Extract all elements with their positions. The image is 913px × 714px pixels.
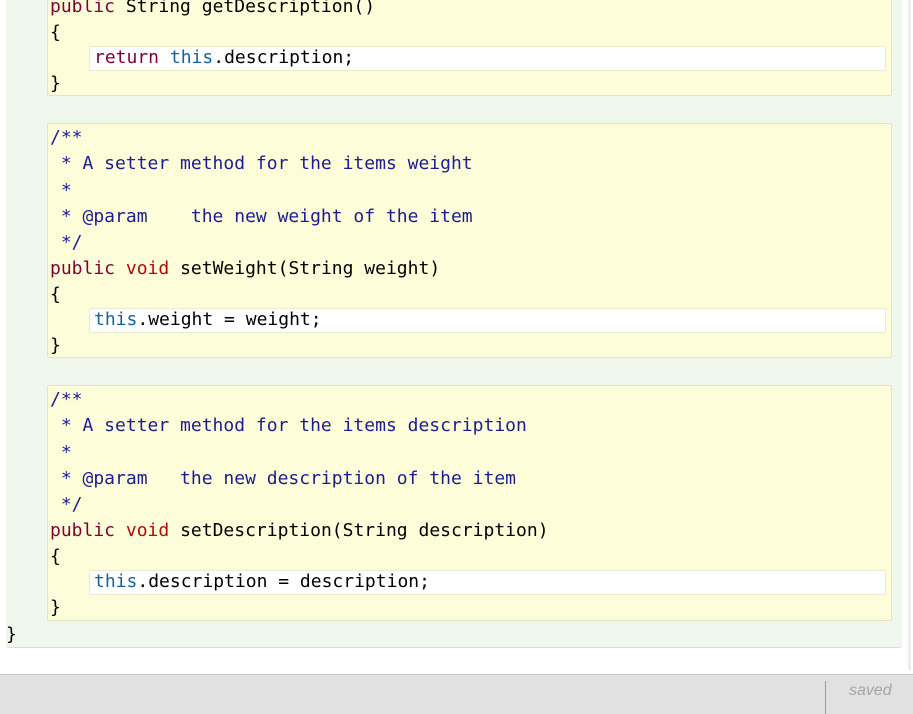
saved-status-label: saved [849, 682, 892, 699]
open-brace: { [50, 284, 61, 305]
close-brace: } [50, 73, 61, 94]
class-close-brace: } [6, 624, 17, 645]
method-signature: public void setDescription(String descri… [50, 520, 549, 541]
close-brace: } [50, 597, 61, 618]
javadoc-comment-line: /** [50, 127, 83, 148]
status-bar: saved [0, 674, 913, 714]
method-body-editor[interactable]: this.weight = weight; [89, 308, 886, 333]
javadoc-comment-line: * A setter method for the items weight [50, 153, 473, 174]
javadoc-comment-line: /** [50, 389, 83, 410]
method-signature: public void setWeight(String weight) [50, 258, 441, 279]
method-block-setweight[interactable]: /** * A setter method for the items weig… [47, 123, 892, 358]
javadoc-comment-line: * [50, 180, 72, 201]
javadoc-comment-line: */ [50, 232, 83, 253]
open-brace: { [50, 546, 61, 567]
editor-right-edge [908, 0, 911, 670]
open-brace: { [50, 22, 61, 43]
status-divider [825, 681, 826, 714]
javadoc-comment-line: * [50, 442, 72, 463]
javadoc-comment-line: */ [50, 494, 83, 515]
javadoc-comment-line: * A setter method for the items descript… [50, 415, 527, 436]
method-body-line: this.weight = weight; [94, 309, 322, 330]
method-body-editor[interactable]: this.description = description; [89, 570, 886, 595]
method-body-editor[interactable]: return this.description; [89, 46, 886, 71]
javadoc-comment-line: * @param the new description of the item [50, 468, 516, 489]
method-body-line: this.description = description; [94, 571, 430, 592]
javadoc-comment-line: * @param the new weight of the item [50, 206, 473, 227]
method-body-line: return this.description; [94, 47, 355, 68]
method-block-setdescription[interactable]: /** * A setter method for the items desc… [47, 385, 892, 621]
method-signature: public String getDescription() [50, 0, 376, 17]
close-brace: } [50, 335, 61, 356]
method-block-getdescription[interactable]: public String getDescription() { return … [47, 0, 892, 96]
